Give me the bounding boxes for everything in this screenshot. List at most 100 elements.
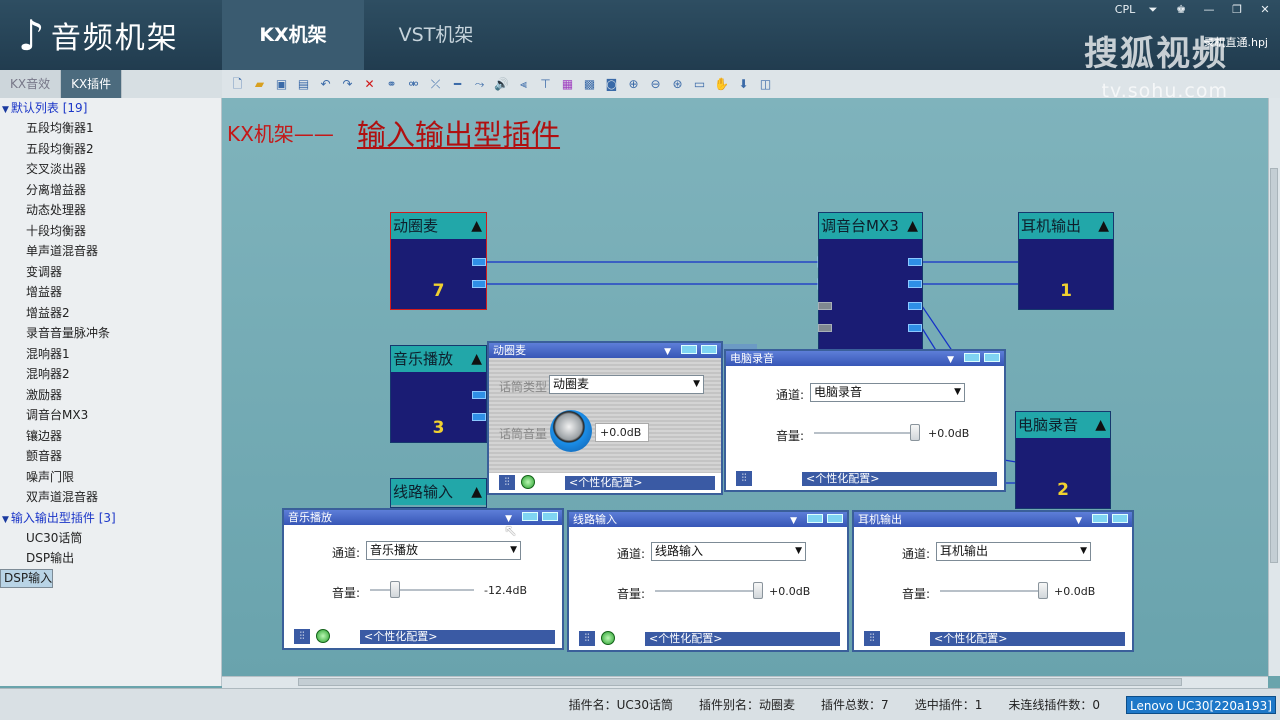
volume-slider-track[interactable] bbox=[655, 590, 761, 592]
connect-icon[interactable]: ⤳ bbox=[470, 75, 489, 94]
minimize-button[interactable] bbox=[964, 353, 980, 362]
list-item[interactable]: 动态处理器 bbox=[0, 200, 221, 221]
skin-icon[interactable]: ♚ bbox=[1170, 2, 1192, 18]
node-header[interactable]: 动圈麦 ▲ bbox=[391, 213, 486, 239]
dialog-dynamic-mic[interactable]: 动圈麦 ▼ 话筒类型 动圈麦 ▼ 话筒音量 +0.0dB ⫶⫶ <个性化配置> bbox=[487, 341, 723, 495]
collapse-icon[interactable]: ▼ bbox=[2, 105, 9, 115]
tab-vst-rack[interactable]: VST机架 bbox=[368, 0, 504, 70]
align-top-icon[interactable]: ⊤ bbox=[536, 75, 555, 94]
dialog-title[interactable]: 音乐播放 ▼ bbox=[284, 510, 562, 525]
input-port[interactable] bbox=[818, 324, 832, 332]
dropdown-icon[interactable]: ⏷ bbox=[1142, 2, 1164, 18]
close-button[interactable] bbox=[984, 353, 1000, 362]
node-pc-record[interactable]: 电脑录音 ▲ 2 bbox=[1015, 411, 1111, 509]
dialog-headphone-output[interactable]: 耳机输出 ▼ 通道: 耳机输出 ▼ 音量: +0.0dB ⫶⫶ <个性化配置> bbox=[852, 510, 1134, 652]
volume-slider-thumb[interactable] bbox=[390, 581, 400, 598]
list-item[interactable]: 分离增益器 bbox=[0, 180, 221, 201]
node-line-input[interactable]: 线路输入 ▲ bbox=[390, 478, 487, 508]
list-item[interactable]: 增益器2 bbox=[0, 303, 221, 324]
zoom-out-icon[interactable]: ⊖ bbox=[646, 75, 665, 94]
triangle-up-icon[interactable]: ▲ bbox=[907, 213, 918, 239]
open-icon[interactable]: ▰ bbox=[250, 75, 269, 94]
mixer-icon[interactable]: ⫶⫶ bbox=[499, 475, 515, 490]
custom-config[interactable]: <个性化配置> bbox=[360, 630, 555, 644]
node-header[interactable]: 音乐播放 ▲ bbox=[391, 346, 486, 372]
minimize-button[interactable] bbox=[1092, 514, 1108, 523]
group-io-plugins[interactable]: ▼ 输入输出型插件 [3] bbox=[0, 508, 221, 528]
node-header[interactable]: 耳机输出 ▲ bbox=[1019, 213, 1113, 239]
list-item[interactable]: 单声道混音器 bbox=[0, 241, 221, 262]
triangle-up-icon[interactable]: ▲ bbox=[471, 213, 482, 239]
list-item[interactable]: 交叉淡出器 bbox=[0, 159, 221, 180]
status-led-icon[interactable] bbox=[601, 631, 615, 645]
close-button[interactable] bbox=[701, 345, 717, 354]
tab-kx-effects[interactable]: KX音效 bbox=[0, 70, 62, 98]
list-item[interactable]: 五段均衡器1 bbox=[0, 118, 221, 139]
monitor-icon[interactable]: ▭ bbox=[690, 75, 709, 94]
cpl-button[interactable]: CPL bbox=[1114, 2, 1136, 18]
output-port[interactable] bbox=[472, 258, 486, 266]
list-item[interactable]: 镶边器 bbox=[0, 426, 221, 447]
dialog-line-input[interactable]: 线路输入 ▼ 通道: 线路输入 ▼ 音量: +0.0dB ⫶⫶ <个性化配置> bbox=[567, 510, 849, 652]
output-port[interactable] bbox=[472, 391, 486, 399]
node-header[interactable]: 调音台MX3 ▲ bbox=[819, 213, 922, 239]
link-icon[interactable]: ⚭ bbox=[382, 75, 401, 94]
output-port[interactable] bbox=[908, 324, 922, 332]
pin-icon[interactable]: ▼ bbox=[947, 353, 954, 368]
wire-icon[interactable]: ⤫ bbox=[426, 75, 445, 94]
close-button[interactable]: ✕ bbox=[1254, 2, 1276, 18]
volume-slider-thumb[interactable] bbox=[1038, 582, 1048, 599]
vertical-scroll-thumb[interactable] bbox=[1270, 168, 1278, 563]
volume-slider-track[interactable] bbox=[814, 432, 920, 434]
mixer-icon[interactable]: ⫶⫶ bbox=[736, 471, 752, 486]
download-icon[interactable]: ⬇ bbox=[734, 75, 753, 94]
triangle-up-icon[interactable]: ▲ bbox=[471, 346, 482, 372]
dialog-title[interactable]: 电脑录音 ▼ bbox=[726, 351, 1004, 366]
output-port[interactable] bbox=[472, 280, 486, 288]
delete-icon[interactable]: ✕ bbox=[360, 75, 379, 94]
output-port[interactable] bbox=[908, 258, 922, 266]
status-led-icon[interactable] bbox=[521, 475, 535, 489]
save-icon[interactable]: ▣ bbox=[272, 75, 291, 94]
custom-config[interactable]: <个性化配置> bbox=[802, 472, 997, 486]
channel-select[interactable]: 线路输入 ▼ bbox=[651, 542, 806, 561]
line-icon[interactable]: ━ bbox=[448, 75, 467, 94]
undo-icon[interactable]: ↶ bbox=[316, 75, 335, 94]
minimize-button[interactable] bbox=[522, 512, 538, 521]
mic-volume-knob[interactable] bbox=[550, 410, 592, 452]
redo-icon[interactable]: ↷ bbox=[338, 75, 357, 94]
tab-kx-plugins[interactable]: KX插件 bbox=[61, 70, 123, 98]
horizontal-scroll-thumb[interactable] bbox=[298, 678, 1182, 686]
hand-icon[interactable]: ✋ bbox=[712, 75, 731, 94]
mixer-icon[interactable]: ⫶⫶ bbox=[864, 631, 880, 646]
channel-select[interactable]: 耳机输出 ▼ bbox=[936, 542, 1091, 561]
list-item[interactable]: 录音音量脉冲条 bbox=[0, 323, 221, 344]
chip-icon[interactable]: ▩ bbox=[580, 75, 599, 94]
output-port[interactable] bbox=[908, 302, 922, 310]
list-item[interactable]: 激励器 bbox=[0, 385, 221, 406]
speaker-icon[interactable]: 🔊 bbox=[492, 75, 511, 94]
list-item[interactable]: 混响器1 bbox=[0, 344, 221, 365]
align-left-icon[interactable]: ⫷ bbox=[514, 75, 533, 94]
collapse-icon[interactable]: ▼ bbox=[2, 515, 9, 525]
channel-select[interactable]: 音乐播放 ▼ bbox=[366, 541, 521, 560]
minimize-button[interactable] bbox=[681, 345, 697, 354]
minimize-button[interactable]: — bbox=[1198, 2, 1220, 18]
input-port[interactable] bbox=[818, 302, 832, 310]
window-icon[interactable]: ◫ bbox=[756, 75, 775, 94]
pin-icon[interactable]: ▼ bbox=[1075, 514, 1082, 529]
list-item[interactable]: 颤音器 bbox=[0, 446, 221, 467]
list-item[interactable]: 变调器 bbox=[0, 262, 221, 283]
list-item[interactable]: 噪声门限 bbox=[0, 467, 221, 488]
volume-slider-thumb[interactable] bbox=[910, 424, 920, 441]
status-led-icon[interactable] bbox=[316, 629, 330, 643]
list-item[interactable]: 增益器 bbox=[0, 282, 221, 303]
list-item[interactable]: 调音台MX3 bbox=[0, 405, 221, 426]
list-item[interactable]: DSP输出 bbox=[0, 548, 221, 569]
node-header[interactable]: 电脑录音 ▲ bbox=[1016, 412, 1110, 438]
close-button[interactable] bbox=[827, 514, 843, 523]
node-header[interactable]: 线路输入 ▲ bbox=[391, 479, 486, 505]
tab-kx-rack[interactable]: KX机架 bbox=[222, 0, 364, 70]
minimize-button[interactable] bbox=[807, 514, 823, 523]
output-port[interactable] bbox=[908, 280, 922, 288]
